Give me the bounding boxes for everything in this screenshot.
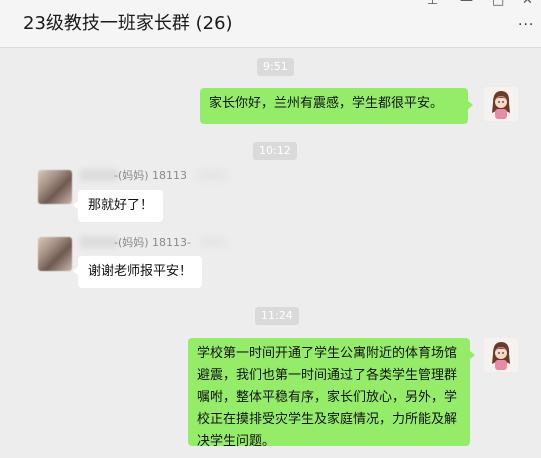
cartoon-girl-avatar-icon [484,87,518,121]
my-avatar[interactable] [484,87,518,121]
sender-name: -(妈妈) 18113 [114,169,188,182]
cartoon-girl-avatar-icon [484,338,518,372]
other-message-bubble[interactable]: 那就好了！ [72,190,164,222]
pin-icon[interactable]: ⊥ [427,0,438,6]
message-text: 家长你好，兰州有震感，学生都很平安。 [209,96,444,111]
sender-avatar[interactable] [38,170,72,204]
close-icon[interactable]: ✕ [522,0,533,6]
redacted-name [80,169,118,181]
maximize-icon[interactable]: □ [492,0,504,6]
my-message-bubble[interactable]: 学校第一时间开通了学生公寓附近的体育场馆避震，我们也第一时间通过了各类学生管理群… [188,338,475,449]
redacted-phone [198,169,226,181]
message-text: 那就好了！ [88,198,154,213]
my-avatar[interactable] [484,338,518,372]
message-text: 学校第一时间开通了学生公寓附近的体育场馆避震，我们也第一时间通过了各类学生管理群… [197,346,458,449]
other-message-bubble[interactable]: 谢谢老师报平安！ [72,256,203,288]
timestamp: 10:12 [253,142,297,160]
redacted-phone [200,236,226,248]
group-title: 23级教技一班家长群 (26) [23,13,233,34]
redacted-name [80,236,118,248]
sender-name: -(妈妈) 18113- [114,236,192,249]
more-horizontal-icon[interactable] [518,18,532,32]
message-list[interactable]: 9:51 家长你好，兰州有震感，学生都很平安。 10:12 -(妈妈) 1811… [0,48,541,458]
my-message-bubble[interactable]: 家长你好，兰州有震感，学生都很平安。 [200,88,473,124]
timestamp: 11:24 [255,307,299,325]
timestamp: 9:51 [257,58,294,76]
sender-avatar[interactable] [38,237,72,271]
message-text: 谢谢老师报平安！ [88,264,193,279]
minimize-icon[interactable]: — [460,0,473,6]
chat-header: 23级教技一班家长群 (26) ⊥ — □ ✕ [0,0,541,48]
